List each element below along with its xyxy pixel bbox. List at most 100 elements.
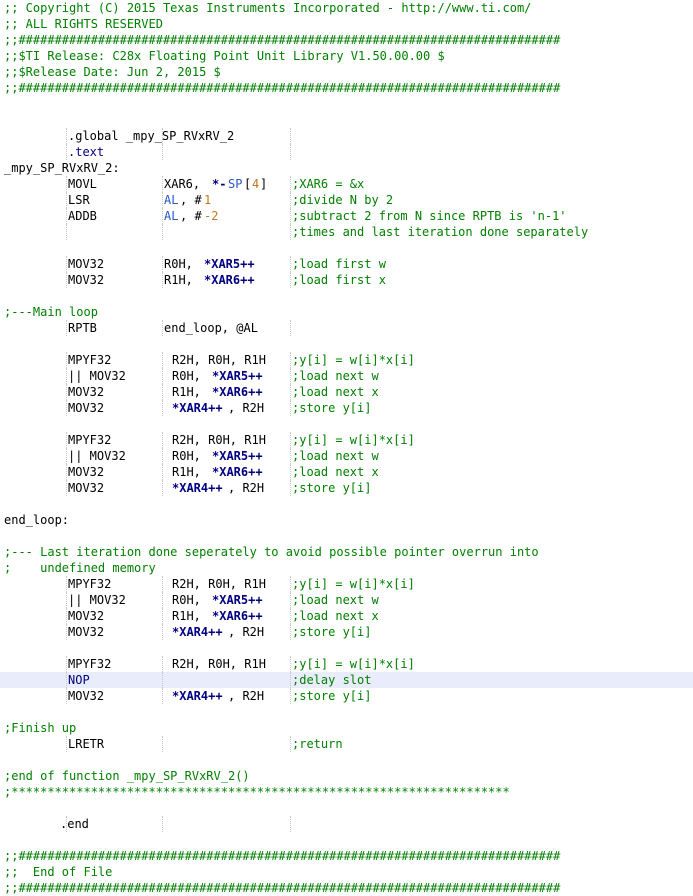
code-line[interactable]: ;; Copyright (C) 2015 Texas Instruments … — [0, 0, 693, 16]
code-token-plain: [ — [244, 177, 252, 191]
code-token-plain: MOV32 — [68, 401, 105, 415]
indent-guide — [162, 464, 163, 480]
code-line[interactable] — [0, 112, 693, 128]
code-line[interactable]: MOVL XAR6, *- SP[4] ;XAR6 = &x — [0, 176, 693, 192]
code-token-plain: , # — [180, 209, 202, 223]
code-token-keyword: NOP — [68, 673, 90, 687]
code-token-plain: || MOV32 — [68, 593, 126, 607]
code-line[interactable]: MOV32 R1H, *XAR6++ ;load next x — [0, 384, 693, 400]
indent-guide — [290, 432, 291, 448]
code-token-plain: RPTB — [68, 321, 97, 335]
indent-guide — [290, 448, 291, 464]
code-token-comment: ;; ALL RIGHTS RESERVED — [4, 17, 163, 31]
code-token-plain: MPYF32 — [68, 353, 112, 367]
code-line[interactable]: ;;######################################… — [0, 848, 693, 864]
code-line[interactable]: MPYF32 R2H, R0H, R1H ;y[i] = w[i]*x[i] — [0, 432, 693, 448]
code-line[interactable]: LRETR ;return — [0, 736, 693, 752]
indent-guide — [290, 464, 291, 480]
code-token-plain: ] — [260, 177, 268, 191]
code-line[interactable] — [0, 96, 693, 112]
code-line[interactable]: MOV32 R1H, *XAR6++ ;load next x — [0, 464, 693, 480]
indent-guide — [66, 272, 67, 288]
code-line[interactable]: || MOV32 R0H, *XAR5++ ;load next w — [0, 448, 693, 464]
code-line[interactable]: ; undefined memory — [0, 560, 693, 576]
code-line[interactable]: ;;######################################… — [0, 80, 693, 96]
code-token-plain: .end — [60, 817, 89, 831]
code-line[interactable]: MOV32 R0H, *XAR5++ ;load first w — [0, 256, 693, 272]
code-token-plain: XAR6, — [164, 177, 208, 191]
code-token-comment: ;y[i] = w[i]*x[i] — [292, 657, 415, 671]
code-line[interactable]: MOV32 *XAR4++ , R2H ;store y[i] — [0, 400, 693, 416]
code-line[interactable]: || MOV32 R0H, *XAR5++ ;load next w — [0, 368, 693, 384]
code-line[interactable]: MOV32 R1H, *XAR6++ ;load next x — [0, 608, 693, 624]
indent-guide — [290, 736, 291, 752]
code-token-reg: SP — [228, 177, 243, 191]
code-editor[interactable]: ;; Copyright (C) 2015 Texas Instruments … — [0, 0, 693, 895]
code-line[interactable] — [0, 640, 693, 656]
code-line[interactable] — [0, 800, 693, 816]
code-line[interactable]: ;times and last iteration done separatel… — [0, 224, 693, 240]
code-line[interactable]: ;Finish up — [0, 720, 693, 736]
code-line[interactable]: RPTB end_loop, @AL — [0, 320, 693, 336]
code-line[interactable]: || MOV32 R0H, *XAR5++ ;load next w — [0, 592, 693, 608]
code-line[interactable] — [0, 528, 693, 544]
indent-guide — [162, 208, 163, 224]
code-line[interactable]: ;---Main loop — [0, 304, 693, 320]
code-line[interactable]: ;***************************************… — [0, 784, 693, 800]
indent-guide — [290, 224, 291, 240]
indent-guide — [290, 256, 291, 272]
code-line[interactable] — [0, 496, 693, 512]
code-line[interactable] — [0, 336, 693, 352]
code-line[interactable] — [0, 704, 693, 720]
code-token-comment: ;;######################################… — [4, 849, 561, 863]
code-line[interactable]: end_loop: — [0, 512, 693, 528]
code-line[interactable]: ;;$Release Date: Jun 2, 2015 $ — [0, 64, 693, 80]
indent-guide — [66, 128, 67, 144]
code-line[interactable]: LSR AL, #1 ;divide N by 2 — [0, 192, 693, 208]
code-token-comment: ;;$TI Release: C28x Floating Point Unit … — [4, 49, 445, 63]
code-token-plain: , # — [180, 193, 202, 207]
code-line[interactable]: MPYF32 R2H, R0H, R1H ;y[i] = w[i]*x[i] — [0, 656, 693, 672]
indent-guide — [290, 576, 291, 592]
code-line[interactable]: ;--- Last iteration done seperately to a… — [0, 544, 693, 560]
code-line[interactable]: ADDB AL, # -2 ;subtract 2 from N since RPTB… — [0, 208, 693, 224]
code-line[interactable]: .global _mpy_SP_RVxRV_2 — [0, 128, 693, 144]
code-line[interactable]: MPYF32 R2H, R0H, R1H ;y[i] = w[i]*x[i] — [0, 352, 693, 368]
indent-guide — [290, 400, 291, 416]
code-line[interactable]: MOV32 R1H, *XAR6++ ;load first x — [0, 272, 693, 288]
code-line[interactable]: MOV32 *XAR4++ , R2H ;store y[i] — [0, 480, 693, 496]
code-line[interactable] — [0, 240, 693, 256]
indent-guide — [162, 320, 163, 336]
indent-guide — [162, 272, 163, 288]
code-line[interactable]: NOP ;delay slot — [0, 672, 693, 688]
code-token-comment: ;;$Release Date: Jun 2, 2015 $ — [4, 65, 221, 79]
code-line[interactable]: MOV32 *XAR4++ , R2H ;store y[i] — [0, 624, 693, 640]
code-token-comment: ;divide N by 2 — [292, 193, 394, 207]
code-line[interactable]: MOV32 *XAR4++ , R2H ;store y[i] — [0, 688, 693, 704]
indent-guide — [66, 352, 67, 368]
code-token-plain: R2H, R0H, R1H — [172, 577, 266, 591]
code-line[interactable] — [0, 752, 693, 768]
code-line[interactable]: ;;######################################… — [0, 880, 693, 896]
code-line[interactable]: MPYF32 R2H, R0H, R1H ;y[i] = w[i]*x[i] — [0, 576, 693, 592]
code-line[interactable]: _mpy_SP_RVxRV_2: — [0, 160, 693, 176]
code-line[interactable] — [0, 832, 693, 848]
code-token-ptr: *XAR4++ — [172, 689, 223, 703]
code-line[interactable] — [0, 416, 693, 432]
indent-guide — [162, 656, 163, 672]
code-line[interactable]: ;;$TI Release: C28x Floating Point Unit … — [0, 48, 693, 64]
code-line[interactable] — [0, 288, 693, 304]
code-line[interactable]: ;; ALL RIGHTS RESERVED — [0, 16, 693, 32]
code-line[interactable]: ;;######################################… — [0, 32, 693, 48]
code-line[interactable]: ;end of function _mpy_SP_RVxRV_2() — [0, 768, 693, 784]
code-token-plain: MPYF32 — [68, 657, 112, 671]
code-token-plain: || MOV32 — [68, 449, 126, 463]
code-token-comment: ;y[i] = w[i]*x[i] — [292, 433, 415, 447]
code-line[interactable]: .end — [0, 816, 693, 832]
code-line[interactable]: ;; End of File — [0, 864, 693, 880]
code-token-comment: ;XAR6 = &x — [292, 177, 365, 191]
code-token-comment: ;load next x — [292, 385, 379, 399]
code-token-plain: .global _mpy_SP_RVxRV_2 — [68, 129, 235, 143]
indent-guide — [66, 144, 67, 160]
code-line[interactable]: .text — [0, 144, 693, 160]
